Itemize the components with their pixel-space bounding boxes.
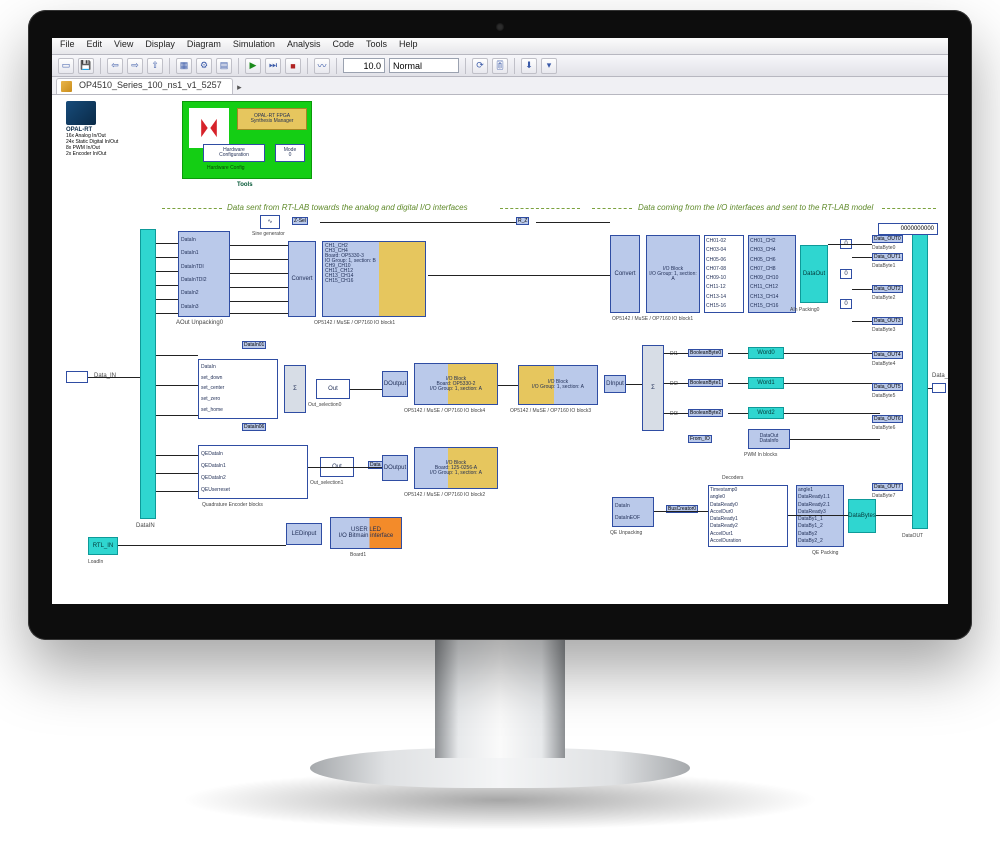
fpga-config-box[interactable]: OPAL-RT FPGA Synthesis Manager Hardware … — [182, 101, 312, 179]
pwm-in[interactable]: DataOut DataInfo — [748, 429, 790, 449]
opal-spec-3: 2x Encoder In/Out — [66, 151, 186, 157]
mux-1[interactable]: 0 — [840, 269, 852, 279]
io-right-left[interactable]: I/O Block I/O Group: 1, section: A — [646, 235, 700, 313]
model-icon — [61, 81, 72, 92]
display-readout: 0000000000 — [878, 223, 938, 235]
sine-gen[interactable]: ∿ — [260, 215, 280, 229]
library-icon[interactable]: ▦ — [176, 58, 192, 74]
section-out-label: Data sent from RT-LAB towards the analog… — [227, 203, 468, 212]
tools-label: Tools — [237, 182, 253, 188]
config-icon[interactable]: ⚙ — [196, 58, 212, 74]
menu-diagram[interactable]: Diagram — [187, 39, 221, 53]
tune-icon[interactable]: 🎚 — [492, 58, 508, 74]
dataout-bus[interactable] — [912, 229, 928, 529]
model-tab-label: OP4510_Series_100_ns1_v1_5257 — [79, 80, 222, 90]
deploy-icon[interactable]: ▾ — [541, 58, 557, 74]
rz-tag[interactable]: R_Z — [516, 217, 529, 225]
fastrestart-icon[interactable]: ⟳ — [472, 58, 488, 74]
save-icon[interactable]: 💾 — [78, 58, 94, 74]
outport-data-out[interactable] — [932, 383, 946, 393]
stop-icon[interactable]: ■ — [285, 58, 301, 74]
inport-data-in[interactable] — [66, 371, 88, 383]
diagram-canvas[interactable]: OPAL-RT 16x Analog In/Out 24x Static Dig… — [52, 95, 948, 604]
opal-logo-icon — [66, 101, 96, 125]
io-block-4[interactable]: I/O Block Board: OP5330-2 I/O Group: 1, … — [414, 363, 498, 405]
ch-col-1: CH01-02CH03-04CH05-06CH07-08CH09-10CH11-… — [704, 235, 744, 313]
new-icon[interactable]: ▭ — [58, 58, 74, 74]
back-icon[interactable]: ⇦ — [107, 58, 123, 74]
menu-file[interactable]: File — [60, 39, 75, 53]
fpga-manager-block[interactable]: OPAL-RT FPGA Synthesis Manager — [237, 108, 307, 130]
booleanbyte1[interactable]: BooleanByte1 — [688, 379, 723, 387]
mux-2[interactable]: 0 — [840, 299, 852, 309]
qe-packing[interactable]: angle1DataReady1.1DataReady2.1DataReady3… — [796, 485, 844, 547]
menu-analysis[interactable]: Analysis — [287, 39, 321, 53]
xilinx-icon — [189, 108, 229, 148]
dinput-block[interactable]: DInput — [604, 375, 626, 393]
io-block-1[interactable]: CH1_CH2 CH3_CH4 Board: OP5330-3 IO Group… — [322, 241, 426, 317]
hw-config-block[interactable]: Hardware Configuration — [203, 144, 265, 162]
booleanbyte2[interactable]: BooleanByte2 — [688, 409, 723, 417]
io-block-2[interactable]: I/O Block Board: 125-0256-A I/O Group: 1… — [414, 447, 498, 489]
sigma-block-1[interactable]: Σ — [284, 365, 306, 413]
app-screen: File Edit View Display Diagram Simulatio… — [52, 38, 948, 604]
build-icon[interactable]: ⬇ — [521, 58, 537, 74]
camera-dot — [496, 23, 504, 31]
toolbar: ▭ 💾 ⇦ ⇨ ⇧ ▦ ⚙ ▤ ▶ ⏭ ■ 〰 10.0 Normal ⟳ 🎚 … — [52, 55, 948, 77]
word0[interactable]: Word0 — [748, 347, 784, 359]
encoder-block[interactable]: QEDataIn QEDataIn1 QEDataIn2 QEUserreset — [198, 445, 308, 499]
convert-block-1[interactable]: Convert — [288, 241, 316, 317]
up-icon[interactable]: ⇧ — [147, 58, 163, 74]
led-block[interactable]: USER LED I/O Bitmain interface — [330, 517, 402, 549]
booleanbyte0[interactable]: BooleanByte0 — [688, 349, 723, 357]
ch-col-2[interactable]: CH01_CH2CH03_CH4CH05_CH6CH07_CH8CH09_CH1… — [748, 235, 796, 313]
stop-time-field[interactable]: 10.0 — [343, 58, 385, 73]
hw-note: Hardware Config — [207, 165, 245, 171]
datain06[interactable]: DataIn06 — [242, 423, 266, 431]
monitor-frame: File Edit View Display Diagram Simulatio… — [28, 10, 972, 640]
aout-unpacking-label: AOut Unpacking0 — [176, 320, 223, 326]
menu-simulation[interactable]: Simulation — [233, 39, 275, 53]
ain-packing[interactable]: DataOut — [800, 245, 828, 303]
selection-box[interactable]: DataIn set_down set_center set_zero set_… — [198, 359, 278, 419]
led-input[interactable]: LEDinput — [286, 523, 322, 545]
doutput-block-2[interactable]: DOutput — [382, 455, 408, 481]
menu-view[interactable]: View — [114, 39, 133, 53]
doutput-block[interactable]: DOutput — [382, 371, 408, 397]
explorer-icon[interactable]: ▤ — [216, 58, 232, 74]
menu-bar: File Edit View Display Diagram Simulatio… — [52, 38, 948, 55]
aout-unpacking[interactable]: DataIn DataIn1 DataInTDI DataInTDI2 Data… — [178, 231, 230, 317]
word2[interactable]: Word2 — [748, 407, 784, 419]
menu-edit[interactable]: Edit — [87, 39, 103, 53]
datain01[interactable]: DataIn01 — [242, 341, 266, 349]
breadcrumb-bar: OP4510_Series_100_ns1_v1_5257 ▸ — [52, 77, 948, 95]
convert-block-2[interactable]: Convert — [610, 235, 640, 313]
section-in-label: Data coming from the I/O interfaces and … — [638, 203, 873, 212]
chevron-right-icon: ▸ — [237, 82, 242, 93]
sim-mode-select[interactable]: Normal — [389, 58, 459, 73]
opal-info: OPAL-RT 16x Analog In/Out 24x Static Dig… — [66, 101, 186, 157]
mode-block[interactable]: Mode 0 — [275, 144, 305, 162]
qe-unpack[interactable]: DataIn DataInEOF — [612, 497, 654, 527]
decoders-block[interactable]: Timestamp0angle0DataReady0AccelDur0DataR… — [708, 485, 788, 547]
step-icon[interactable]: ⏭ — [265, 58, 281, 74]
menu-code[interactable]: Code — [332, 39, 354, 53]
io-block-3[interactable]: I/O Block I/O Group: 1, section: A — [518, 365, 598, 405]
sigma-block-2[interactable]: Σ — [642, 345, 664, 431]
menu-display[interactable]: Display — [145, 39, 175, 53]
menu-tools[interactable]: Tools — [366, 39, 387, 53]
fwd-icon[interactable]: ⇨ — [127, 58, 143, 74]
model-tab[interactable]: OP4510_Series_100_ns1_v1_5257 ▸ — [56, 78, 233, 94]
zsel-tag[interactable]: Z-Sel — [292, 217, 308, 225]
out-sel-block[interactable]: Out — [316, 379, 350, 399]
qe-packing-out[interactable]: DataBytes — [848, 499, 876, 533]
from-io[interactable]: From_IO — [688, 435, 712, 443]
menu-help[interactable]: Help — [399, 39, 418, 53]
run-icon[interactable]: ▶ — [245, 58, 261, 74]
datain-bus[interactable] — [140, 229, 156, 519]
signal-icon[interactable]: 〰 — [314, 58, 330, 74]
rtl-in[interactable]: RTL_IN — [88, 537, 118, 555]
word1[interactable]: Word1 — [748, 377, 784, 389]
